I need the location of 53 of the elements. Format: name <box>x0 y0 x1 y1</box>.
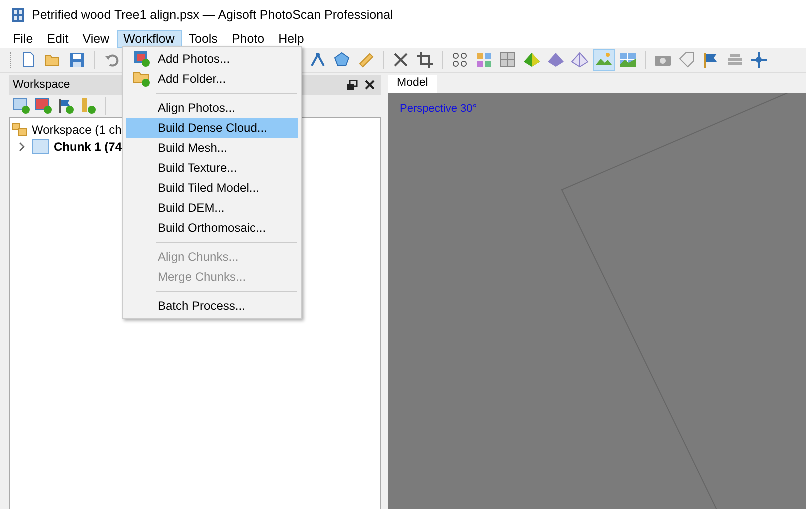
tree-item[interactable]: Chunk 1 (74 <box>54 140 122 154</box>
menu-item[interactable]: File <box>6 30 40 48</box>
tiled-landscape-icon <box>619 51 637 69</box>
tree-item[interactable]: Workspace (1 ch <box>32 122 122 136</box>
menu-option[interactable]: Batch Process... <box>126 296 298 316</box>
menu-option[interactable]: Align Photos... <box>126 98 298 118</box>
window-title: Petrified wood Tree1 align.psx — Agisoft PhotoScan Professional <box>32 8 394 22</box>
landscape-button[interactable] <box>593 49 615 71</box>
move-arrows-icon <box>750 51 768 69</box>
menu-item[interactable]: Workflow <box>116 30 182 48</box>
flag-icon[interactable] <box>57 97 75 115</box>
add-photos-icon[interactable] <box>35 97 53 115</box>
pentagon-icon <box>333 51 351 69</box>
view-label: Perspective 30° <box>400 103 478 115</box>
close-icon[interactable] <box>365 80 375 90</box>
workspace-icon <box>12 122 28 136</box>
menu-option[interactable]: Build Dense Cloud... <box>126 118 298 138</box>
grid-icon <box>499 51 517 69</box>
dots-grid-icon <box>451 51 469 69</box>
menu-option[interactable]: Build DEM... <box>126 198 298 218</box>
menu-option[interactable]: Add Folder... <box>126 69 298 89</box>
tag-icon <box>678 51 696 69</box>
menu-item[interactable]: Tools <box>182 30 225 48</box>
chunk-icon <box>32 138 50 154</box>
add-chunk-icon[interactable] <box>13 97 31 115</box>
menu-item[interactable]: Photo <box>224 30 272 48</box>
shaded-pyramid-icon <box>547 51 565 69</box>
add-folder-icon <box>133 70 151 88</box>
ruler-icon <box>357 51 375 69</box>
move-arrows-button[interactable] <box>748 49 770 71</box>
menu-option[interactable]: Build Tiled Model... <box>126 178 298 198</box>
menu-item[interactable]: Help <box>272 30 312 48</box>
scale-bar-icon[interactable] <box>79 97 97 115</box>
color-grid-icon <box>475 51 493 69</box>
wireframe-pyramid-icon <box>571 51 589 69</box>
solid-pyramid-icon <box>523 51 541 69</box>
menu-option[interactable]: Add Photos... <box>126 49 298 69</box>
float-panel-icon[interactable] <box>347 80 358 90</box>
cross-icon <box>392 51 410 69</box>
menu-option[interactable]: Build Texture... <box>126 158 298 178</box>
crop-button[interactable] <box>414 49 436 71</box>
panel-title: Workspace <box>13 79 70 91</box>
flag-icon <box>702 51 720 69</box>
caliper-icon <box>309 51 327 69</box>
add-photos-icon <box>133 50 151 68</box>
menu-option[interactable]: Build Orthomosaic... <box>126 218 298 238</box>
tab[interactable]: Model <box>388 75 438 93</box>
menu-item[interactable]: Edit <box>40 30 76 48</box>
menu-option[interactable]: Build Mesh... <box>126 138 298 158</box>
app-icon <box>11 7 25 23</box>
save-icon <box>68 51 86 69</box>
menu-item[interactable]: View <box>76 30 117 48</box>
crop-icon <box>416 51 434 69</box>
